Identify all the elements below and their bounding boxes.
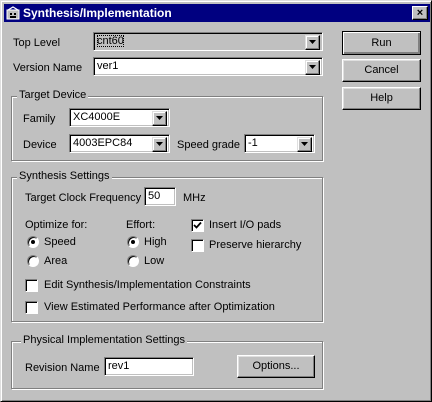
speed-grade-label: Speed grade — [177, 139, 240, 151]
version-name-value: ver1 — [97, 60, 119, 72]
close-button[interactable]: × — [412, 6, 428, 20]
insert-io-label[interactable]: Insert I/O pads — [209, 219, 281, 231]
device-select[interactable]: 4003EPC84 — [69, 134, 170, 153]
optimize-speed-radio[interactable] — [27, 236, 39, 248]
radio-dot — [131, 240, 135, 244]
top-level-value: cnt60 — [97, 35, 124, 47]
synthesis-dialog: Synthesis/Implementation × Top Level cnt… — [0, 0, 432, 402]
speed-grade-value: -1 — [248, 137, 258, 149]
view-performance-checkbox[interactable] — [25, 301, 38, 314]
view-performance-label[interactable]: View Estimated Performance after Optimiz… — [44, 301, 275, 313]
edit-constraints-label[interactable]: Edit Synthesis/Implementation Constraint… — [44, 279, 251, 291]
physical-settings-title: Physical Implementation Settings — [21, 334, 188, 346]
clock-frequency-value: 50 — [148, 190, 161, 202]
synthesis-settings-title: Synthesis Settings — [17, 170, 112, 182]
top-level-label: Top Level — [13, 37, 61, 49]
checkmark-icon — [193, 221, 202, 229]
optimize-label: Optimize for: — [25, 219, 88, 231]
revision-name-label: Revision Name — [25, 362, 100, 374]
preserve-hierarchy-label[interactable]: Preserve hierarchy — [209, 239, 301, 251]
chevron-down-icon[interactable] — [297, 137, 312, 152]
family-label: Family — [23, 113, 56, 125]
effort-low-label[interactable]: Low — [144, 255, 164, 267]
preserve-hierarchy-checkbox[interactable] — [191, 239, 204, 252]
revision-name-value: rev1 — [108, 360, 130, 372]
effort-high-label[interactable]: High — [144, 236, 167, 248]
optimize-area-radio[interactable] — [27, 255, 39, 267]
insert-io-checkbox[interactable] — [191, 219, 204, 232]
edit-constraints-checkbox[interactable] — [25, 279, 38, 292]
top-level-select[interactable]: cnt60 — [93, 32, 323, 51]
help-button[interactable]: Help — [342, 87, 421, 110]
cancel-button[interactable]: Cancel — [342, 59, 421, 82]
window-title: Synthesis/Implementation — [23, 6, 172, 20]
effort-low-radio[interactable] — [127, 255, 139, 267]
speed-grade-select[interactable]: -1 — [244, 134, 315, 153]
target-device-title: Target Device — [17, 89, 89, 101]
optimize-speed-label[interactable]: Speed — [44, 236, 76, 248]
options-button[interactable]: Options... — [237, 355, 315, 378]
title-bar[interactable]: Synthesis/Implementation × — [4, 4, 430, 22]
effort-high-radio[interactable] — [127, 236, 139, 248]
device-value: 4003EPC84 — [73, 137, 133, 149]
device-label: Device — [23, 139, 57, 151]
effort-label: Effort: — [126, 219, 156, 231]
optimize-area-label[interactable]: Area — [44, 255, 67, 267]
family-select[interactable]: XC4000E — [69, 108, 170, 127]
chevron-down-icon[interactable] — [152, 111, 167, 126]
clock-unit-label: MHz — [183, 192, 206, 204]
chevron-down-icon[interactable] — [152, 137, 167, 152]
chevron-down-icon[interactable] — [305, 60, 320, 75]
version-name-select[interactable]: ver1 — [93, 57, 323, 76]
version-name-label: Version Name — [13, 62, 83, 74]
app-icon — [6, 6, 20, 20]
chevron-down-icon[interactable] — [305, 35, 320, 50]
revision-name-input[interactable]: rev1 — [104, 357, 194, 376]
clock-frequency-label: Target Clock Frequency — [25, 192, 142, 204]
run-button[interactable]: Run — [342, 31, 421, 55]
family-value: XC4000E — [73, 111, 121, 123]
radio-dot — [31, 240, 35, 244]
clock-frequency-input[interactable]: 50 — [144, 187, 176, 206]
